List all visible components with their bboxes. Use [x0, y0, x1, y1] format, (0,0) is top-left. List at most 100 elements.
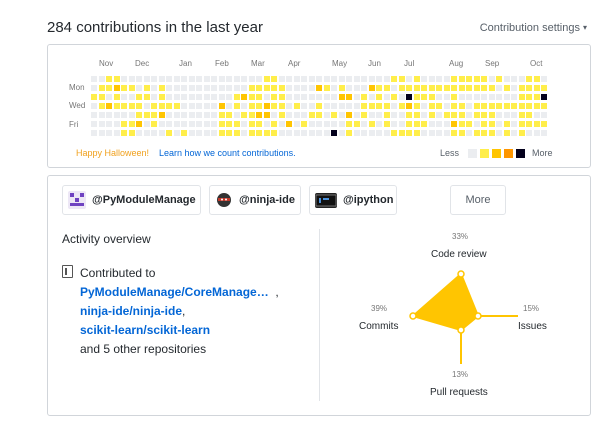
contribution-day[interactable]: [466, 121, 472, 127]
contribution-day[interactable]: [368, 103, 375, 109]
contribution-day[interactable]: [143, 76, 150, 82]
contribution-day[interactable]: [316, 94, 322, 100]
contribution-day[interactable]: [391, 94, 397, 100]
contribution-day[interactable]: [541, 121, 547, 127]
contribution-day[interactable]: [541, 94, 547, 100]
contribution-day[interactable]: [458, 121, 465, 127]
contribution-day[interactable]: [158, 130, 165, 136]
contribution-day[interactable]: [293, 121, 300, 127]
contribution-day[interactable]: [293, 76, 300, 82]
contribution-day[interactable]: [466, 130, 472, 136]
contribution-day[interactable]: [173, 112, 180, 118]
contribution-day[interactable]: [286, 121, 292, 127]
contribution-day[interactable]: [271, 85, 277, 91]
contribution-day[interactable]: [361, 112, 367, 118]
contribution-day[interactable]: [421, 130, 427, 136]
contribution-day[interactable]: [158, 112, 165, 118]
contribution-day[interactable]: [511, 103, 517, 109]
contribution-day[interactable]: [398, 103, 405, 109]
contribution-day[interactable]: [128, 121, 135, 127]
contribution-day[interactable]: [466, 112, 472, 118]
contribution-day[interactable]: [173, 130, 180, 136]
contribution-day[interactable]: [391, 85, 397, 91]
contribution-day[interactable]: [98, 103, 105, 109]
contribution-day[interactable]: [398, 94, 405, 100]
contribution-day[interactable]: [241, 85, 247, 91]
contribution-day[interactable]: [196, 130, 202, 136]
contribution-day[interactable]: [368, 94, 375, 100]
contribution-day[interactable]: [181, 85, 187, 91]
chevron-down-icon[interactable]: ▾: [583, 23, 587, 32]
contribution-day[interactable]: [346, 112, 352, 118]
contribution-day[interactable]: [218, 76, 225, 82]
contribution-day[interactable]: [286, 76, 292, 82]
contribution-day[interactable]: [196, 103, 202, 109]
contribution-day[interactable]: [128, 85, 135, 91]
contribution-day[interactable]: [346, 130, 352, 136]
contribution-day[interactable]: [323, 121, 330, 127]
contribution-day[interactable]: [361, 130, 367, 136]
contribution-day[interactable]: [316, 130, 322, 136]
contribution-day[interactable]: [511, 121, 517, 127]
contribution-day[interactable]: [241, 121, 247, 127]
contribution-day[interactable]: [256, 76, 262, 82]
contribution-day[interactable]: [526, 130, 532, 136]
contribution-day[interactable]: [226, 85, 232, 91]
contribution-day[interactable]: [323, 94, 330, 100]
contribution-day[interactable]: [143, 85, 150, 91]
contribution-day[interactable]: [286, 130, 292, 136]
contribution-day[interactable]: [143, 103, 150, 109]
contribution-day[interactable]: [443, 76, 450, 82]
contribution-day[interactable]: [91, 85, 97, 91]
contribution-day[interactable]: [323, 130, 330, 136]
contribution-day[interactable]: [533, 94, 540, 100]
contribution-day[interactable]: [248, 130, 255, 136]
org-filter-ipython[interactable]: @ipython: [309, 185, 397, 215]
contribution-day[interactable]: [458, 85, 465, 91]
contribution-day[interactable]: [458, 112, 465, 118]
org-filter-ninja-ide[interactable]: @ninja-ide: [209, 185, 301, 215]
contribution-day[interactable]: [218, 112, 225, 118]
contribution-day[interactable]: [503, 94, 510, 100]
contribution-day[interactable]: [443, 94, 450, 100]
contribution-day[interactable]: [106, 121, 112, 127]
contribution-day[interactable]: [443, 112, 450, 118]
contribution-day[interactable]: [518, 76, 525, 82]
contribution-day[interactable]: [488, 112, 495, 118]
contribution-day[interactable]: [158, 103, 165, 109]
org-filter-label[interactable]: @ipython: [343, 194, 393, 206]
contribution-day[interactable]: [533, 76, 540, 82]
contribution-day[interactable]: [211, 130, 217, 136]
contribution-day[interactable]: [203, 121, 210, 127]
contribution-day[interactable]: [166, 85, 172, 91]
contribution-day[interactable]: [533, 130, 540, 136]
contribution-day[interactable]: [503, 103, 510, 109]
contribution-day[interactable]: [346, 103, 352, 109]
contribution-day[interactable]: [503, 130, 510, 136]
contribution-day[interactable]: [121, 76, 127, 82]
contribution-day[interactable]: [173, 103, 180, 109]
contribution-day[interactable]: [353, 121, 360, 127]
contribution-day[interactable]: [301, 121, 307, 127]
contribution-day[interactable]: [526, 121, 532, 127]
contribution-day[interactable]: [518, 121, 525, 127]
contribution-day[interactable]: [308, 94, 315, 100]
contribution-day[interactable]: [338, 130, 345, 136]
contribution-day[interactable]: [98, 76, 105, 82]
contribution-day[interactable]: [361, 76, 367, 82]
contribution-day[interactable]: [181, 112, 187, 118]
contribution-day[interactable]: [413, 112, 420, 118]
org-filter-pymodulemanage[interactable]: @PyModuleManage: [62, 185, 201, 215]
contribution-day[interactable]: [211, 112, 217, 118]
contribution-day[interactable]: [481, 76, 487, 82]
contribution-day[interactable]: [541, 103, 547, 109]
contribution-day[interactable]: [211, 85, 217, 91]
contribution-day[interactable]: [443, 85, 450, 91]
contribution-day[interactable]: [128, 103, 135, 109]
contribution-day[interactable]: [136, 103, 142, 109]
contribution-day[interactable]: [278, 85, 285, 91]
contribution-day[interactable]: [331, 94, 337, 100]
contribution-day[interactable]: [256, 103, 262, 109]
contribution-day[interactable]: [128, 130, 135, 136]
contribution-day[interactable]: [316, 76, 322, 82]
